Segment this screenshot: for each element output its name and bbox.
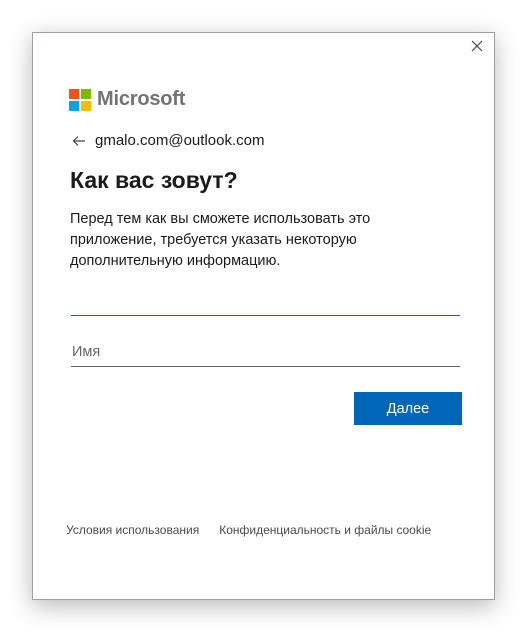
terms-link[interactable]: Условия использования — [66, 523, 199, 537]
footer-links: Условия использования Конфиденциальность… — [66, 523, 431, 537]
account-row: gmalo.com@outlook.com — [71, 132, 264, 149]
page-title: Как вас зовут? — [70, 167, 238, 193]
surname-input[interactable] — [71, 286, 460, 316]
privacy-link[interactable]: Конфиденциальность и файлы cookie — [219, 523, 431, 537]
microsoft-logo: Microsoft — [69, 88, 185, 111]
close-button[interactable] — [466, 35, 488, 57]
brand-name: Microsoft — [97, 88, 186, 110]
name-input[interactable] — [71, 337, 460, 367]
signin-dialog: Microsoft gmalo.com@outlook.com Как вас … — [32, 32, 495, 600]
close-icon — [471, 40, 483, 52]
microsoft-logo-icon — [69, 88, 91, 111]
account-email: gmalo.com@outlook.com — [95, 132, 265, 149]
back-arrow-icon[interactable] — [71, 133, 87, 149]
next-button[interactable]: Далее — [354, 392, 462, 425]
description-text: Перед тем как вы сможете использовать эт… — [70, 211, 371, 269]
